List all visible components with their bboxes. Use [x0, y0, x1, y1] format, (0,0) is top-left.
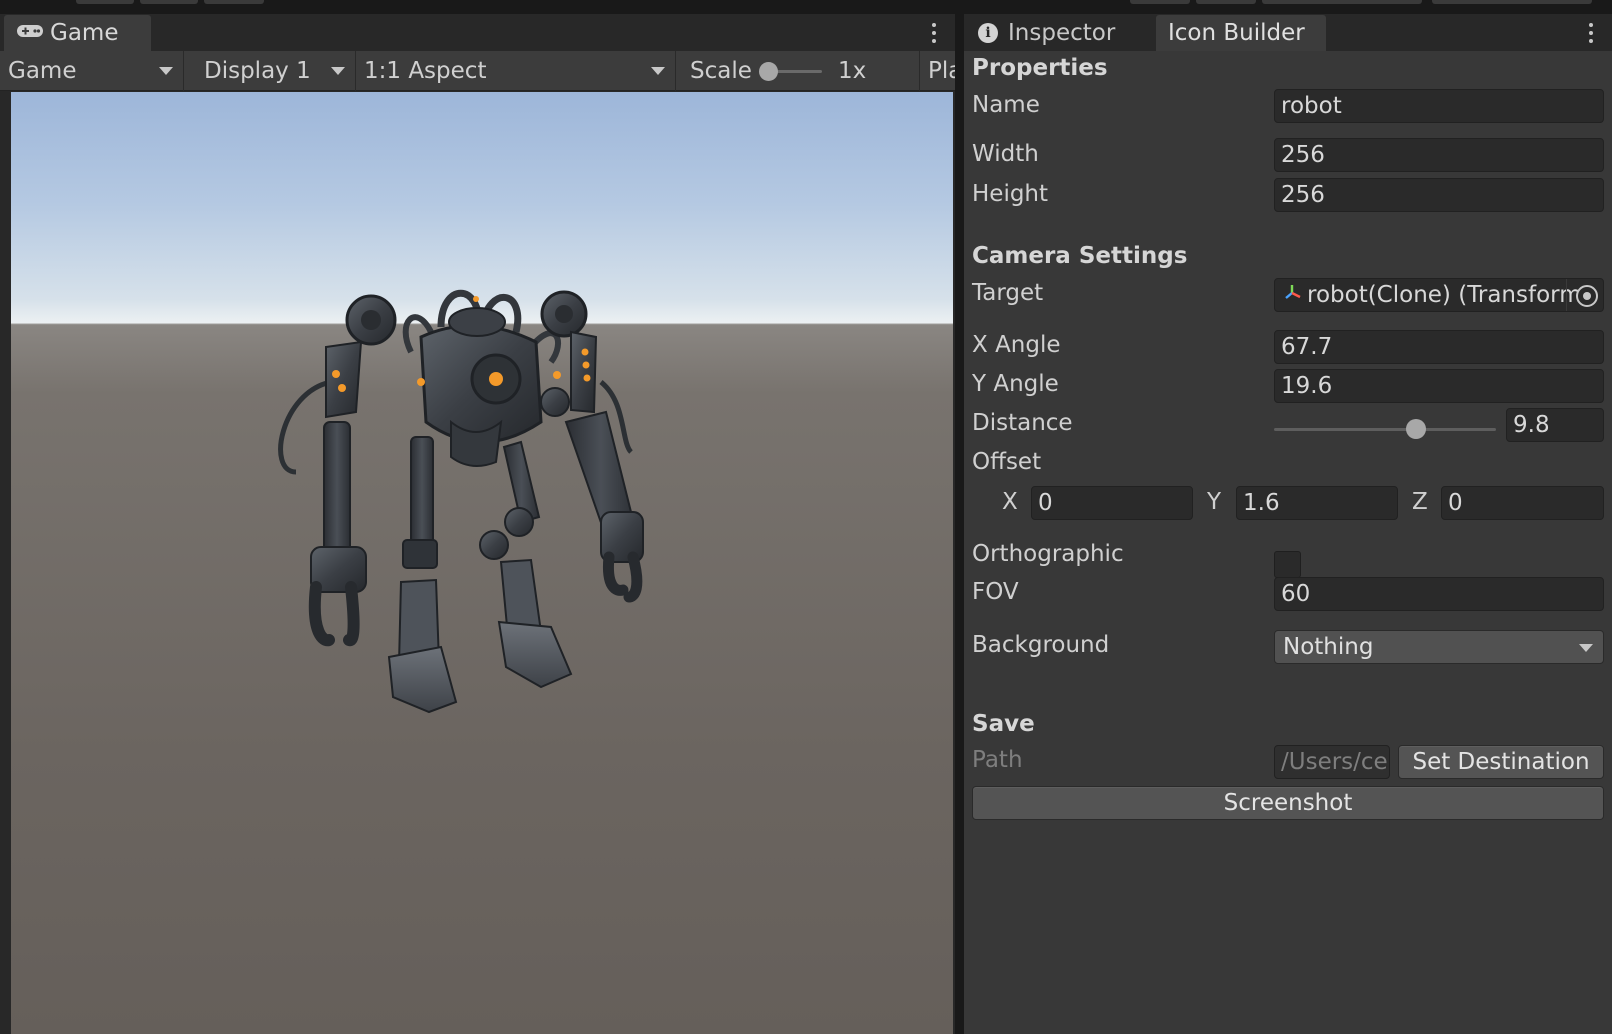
- game-mode-dropdown[interactable]: Game: [0, 51, 184, 91]
- chevron-down-icon: [1579, 644, 1593, 652]
- scale-value: 1x: [838, 58, 867, 84]
- y-angle-label: Y Angle: [972, 371, 1059, 397]
- aspect-dropdown[interactable]: 1:1 Aspect: [356, 51, 676, 91]
- toolbar-button-stub[interactable]: [1196, 0, 1256, 4]
- background-dropdown[interactable]: Nothing: [1274, 630, 1604, 664]
- chevron-down-icon: [651, 67, 665, 75]
- transform-axis-icon: [1283, 282, 1303, 308]
- properties-heading: Properties: [972, 55, 1108, 81]
- info-icon: i: [978, 23, 998, 43]
- name-field[interactable]: robot: [1274, 89, 1604, 123]
- offset-y-label: Y: [1207, 489, 1222, 515]
- window-top-strip: [0, 0, 1612, 14]
- target-label: Target: [972, 280, 1044, 306]
- toolbar-button-stub[interactable]: [1262, 0, 1422, 4]
- name-label: Name: [972, 92, 1040, 118]
- height-label: Height: [972, 181, 1049, 207]
- distance-slider-thumb[interactable]: [1406, 419, 1427, 439]
- toolbar-button-stub[interactable]: [204, 0, 264, 4]
- orthographic-checkbox[interactable]: [1274, 551, 1301, 578]
- offset-z-field[interactable]: 0: [1441, 486, 1604, 520]
- chevron-down-icon: [159, 67, 173, 75]
- tab-inspector-label: Inspector: [1008, 20, 1116, 46]
- screenshot-button[interactable]: Screenshot: [972, 786, 1604, 820]
- object-picker-divider: [1566, 279, 1567, 311]
- width-field[interactable]: 256: [1274, 138, 1604, 172]
- scale-slider-thumb[interactable]: [759, 62, 778, 81]
- toolbar-button-stub[interactable]: [140, 0, 198, 4]
- background-label: Background: [972, 632, 1110, 658]
- offset-x-label: X: [1002, 489, 1018, 515]
- path-label: Path: [972, 747, 1023, 773]
- distance-label: Distance: [972, 410, 1073, 436]
- orthographic-label: Orthographic: [972, 541, 1124, 567]
- fov-label: FOV: [972, 579, 1019, 605]
- toolbar-button-stub[interactable]: [1130, 0, 1190, 4]
- save-heading: Save: [972, 711, 1035, 737]
- robot-render: [278, 289, 644, 714]
- camera-settings-heading: Camera Settings: [972, 243, 1188, 269]
- game-tab-bar: Game: [0, 14, 955, 51]
- target-value: robot(Clone) (Transform: [1307, 282, 1582, 308]
- distance-slider-track[interactable]: [1274, 428, 1496, 431]
- display-dropdown[interactable]: Display 1: [184, 51, 356, 91]
- game-more-icon[interactable]: [927, 20, 941, 46]
- game-viewport[interactable]: [11, 92, 953, 1034]
- scale-label: Scale: [690, 58, 752, 84]
- toolbar-button-stub[interactable]: [76, 0, 134, 4]
- y-angle-field[interactable]: 19.6: [1274, 369, 1604, 403]
- x-angle-label: X Angle: [972, 332, 1061, 358]
- offset-z-label: Z: [1412, 489, 1428, 515]
- inspector-panel: i Inspector Icon Builder Properties Name…: [964, 14, 1612, 1034]
- scale-control: Scale 1x: [676, 51, 920, 91]
- x-angle-field[interactable]: 67.7: [1274, 330, 1604, 364]
- width-label: Width: [972, 141, 1039, 167]
- target-field[interactable]: robot(Clone) (Transform: [1274, 278, 1604, 312]
- play-focused-label: Pla: [928, 58, 955, 84]
- inspector-more-icon[interactable]: [1584, 20, 1598, 46]
- set-destination-button[interactable]: Set Destination: [1398, 745, 1604, 779]
- game-mode-label: Game: [8, 58, 77, 84]
- path-field: /Users/ce: [1274, 745, 1390, 779]
- offset-y-field[interactable]: 1.6: [1236, 486, 1398, 520]
- inspector-tab-bar: i Inspector Icon Builder: [964, 14, 1612, 51]
- tab-game[interactable]: Game: [4, 15, 151, 51]
- tab-icon-builder[interactable]: Icon Builder: [1156, 15, 1326, 51]
- fov-field[interactable]: 60: [1274, 577, 1604, 611]
- toolbar-button-stub[interactable]: [1432, 0, 1592, 4]
- offset-label: Offset: [972, 449, 1042, 475]
- tab-game-label: Game: [50, 20, 119, 46]
- play-focused-dropdown[interactable]: Pla: [920, 51, 955, 91]
- object-picker-icon[interactable]: [1576, 285, 1598, 307]
- chevron-down-icon: [331, 67, 345, 75]
- display-label: Display 1: [204, 58, 311, 84]
- tab-inspector[interactable]: i Inspector: [964, 15, 1152, 51]
- height-field[interactable]: 256: [1274, 178, 1604, 212]
- game-panel: Game Game Display 1 1:1 Aspect Scale 1x …: [0, 14, 955, 1034]
- tab-icon-builder-label: Icon Builder: [1168, 20, 1305, 46]
- distance-field[interactable]: 9.8: [1506, 408, 1604, 442]
- background-value: Nothing: [1283, 634, 1374, 660]
- offset-x-field[interactable]: 0: [1031, 486, 1193, 520]
- gamepad-icon: [16, 20, 44, 46]
- aspect-label: 1:1 Aspect: [364, 58, 487, 84]
- game-toolbar: Game Display 1 1:1 Aspect Scale 1x Pla: [0, 51, 955, 91]
